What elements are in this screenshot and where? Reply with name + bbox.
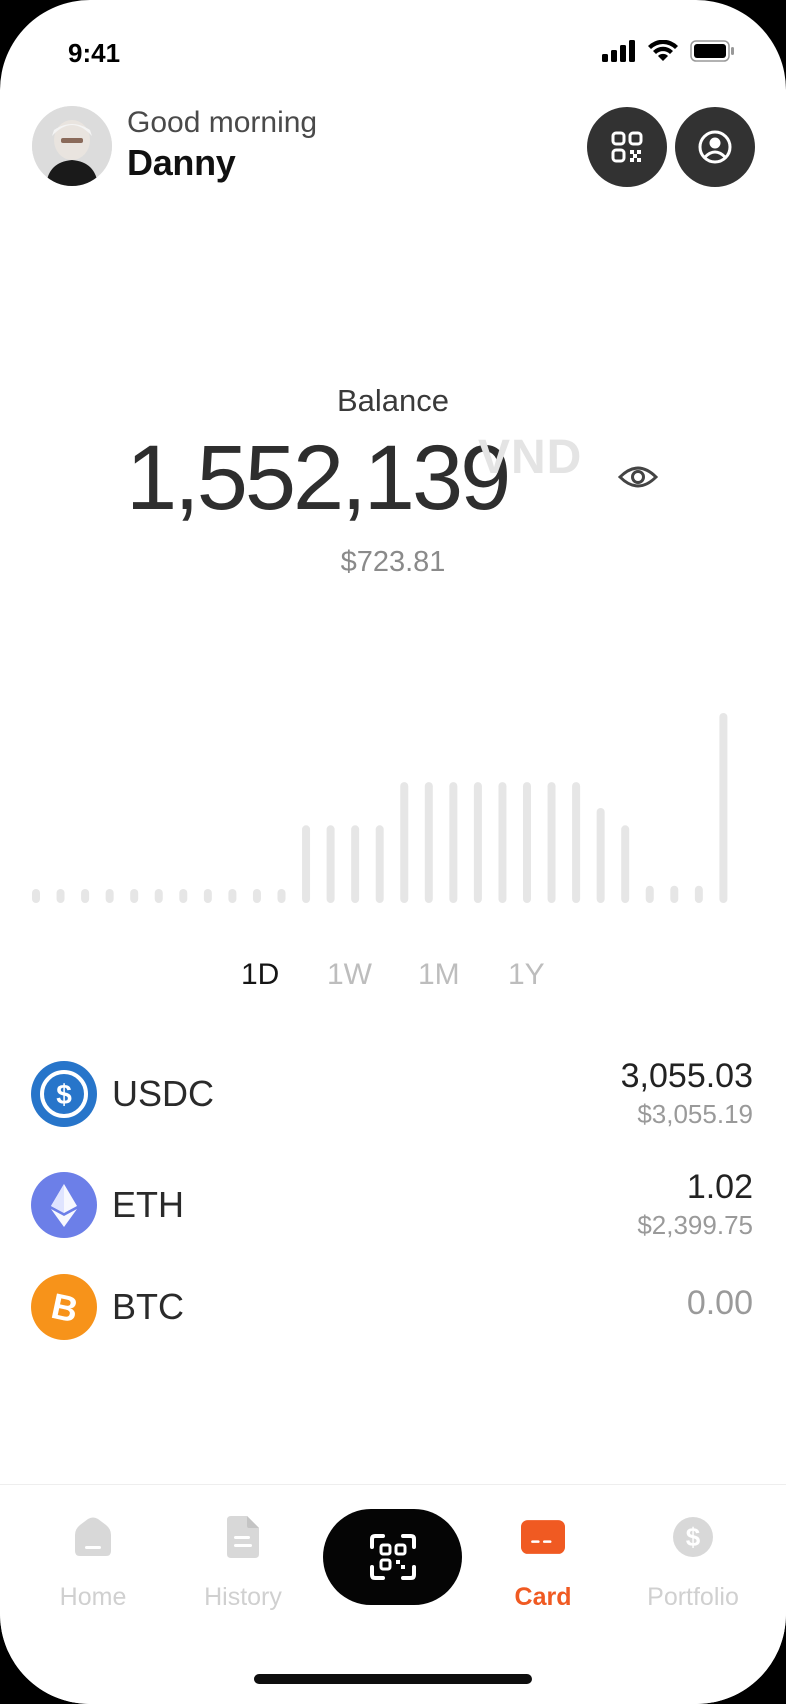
chart-bar [105, 889, 114, 903]
chart-bar [154, 889, 163, 903]
nav-home[interactable]: Home [23, 1515, 163, 1612]
usdc-coin-icon: $ [31, 1061, 97, 1127]
svg-text:B: B [48, 1285, 82, 1331]
chart-bar [179, 889, 188, 903]
nav-home-label: Home [59, 1583, 127, 1611]
chart-bar [621, 825, 630, 903]
chart-bar [203, 889, 212, 903]
chart-bar [277, 889, 286, 903]
user-name: Danny [127, 142, 236, 183]
home-indicator [254, 1674, 532, 1684]
eth-coin-icon [31, 1172, 97, 1238]
chart-bar [694, 885, 703, 903]
asset-symbol: ETH [112, 1184, 184, 1225]
chart-bar [130, 889, 139, 903]
status-bar: 9:41 [0, 0, 786, 100]
svg-text:$: $ [686, 1522, 701, 1552]
qr-code-icon [611, 131, 643, 163]
chart-bar [596, 808, 605, 903]
home-icon [71, 1515, 115, 1559]
credit-card-icon [521, 1515, 565, 1559]
asset-amount: 0.00 [686, 1284, 753, 1322]
status-time: 9:41 [68, 38, 121, 68]
chart-bar [228, 889, 237, 903]
battery-icon [690, 40, 734, 62]
chart-bar [326, 825, 335, 903]
asset-symbol: USDC [112, 1073, 215, 1114]
balance-amount: 1,552,139 [126, 427, 511, 529]
nav-history[interactable]: History [173, 1515, 313, 1612]
nav-history-label: History [204, 1583, 282, 1611]
chart-bar [302, 825, 311, 903]
asset-usd-value: $3,055.19 [637, 1099, 753, 1129]
document-icon [221, 1515, 265, 1559]
chart-bar [449, 782, 458, 903]
nav-portfolio-label: Portfolio [647, 1583, 739, 1611]
svg-text:$: $ [56, 1079, 72, 1110]
asset-usd-value: $2,399.75 [637, 1210, 753, 1240]
nav-portfolio[interactable]: $ Portfolio [623, 1515, 763, 1612]
bottom-nav: Home History Card $ Portfolio [0, 1484, 786, 1704]
toggle-visibility-button[interactable] [617, 462, 659, 497]
chart-bar [375, 825, 384, 903]
balance-label: Balance [336, 383, 450, 418]
chart-bar [719, 713, 728, 903]
profile-button[interactable] [675, 107, 755, 187]
phone-screen: 9:41 Good morning Danny Balance 1,552,13… [0, 0, 786, 1704]
chart-bar [473, 782, 482, 903]
cellular-signal-icon [602, 40, 635, 62]
range-tab-1w[interactable]: 1W [327, 958, 372, 992]
chart-bar [572, 782, 581, 903]
chart-bar [56, 889, 65, 903]
chart-bar [424, 782, 433, 903]
chart-bar [252, 889, 261, 903]
asset-row-eth[interactable]: ETH 1.02 $2,399.75 [0, 1164, 786, 1244]
chart-bar [351, 825, 360, 903]
chart-bar [32, 889, 40, 903]
avatar-image [32, 106, 112, 186]
nav-card[interactable]: Card [473, 1515, 613, 1612]
eye-icon [617, 466, 659, 488]
asset-row-btc[interactable]: B BTC 0.00 [0, 1266, 786, 1346]
user-circle-icon [698, 130, 732, 164]
scan-qr-icon [369, 1534, 416, 1580]
greeting-text: Good morning [127, 106, 318, 139]
chart-bar [547, 782, 556, 903]
asset-row-usdc[interactable]: $ USDC 3,055.03 $3,055.19 [0, 1053, 786, 1133]
balance-usd: $723.81 [340, 546, 446, 578]
range-tab-1d[interactable]: 1D [241, 958, 279, 992]
asset-amount: 1.02 [686, 1168, 753, 1206]
qr-code-button[interactable] [587, 107, 667, 187]
dollar-circle-icon: $ [671, 1515, 715, 1559]
balance-chart [32, 713, 728, 903]
chart-bar [523, 782, 531, 903]
range-tabs: 1D 1W 1M 1Y [0, 958, 786, 1002]
chart-bar [400, 782, 409, 903]
chart-bar [670, 885, 679, 903]
wifi-icon [648, 40, 678, 61]
status-icons [602, 40, 736, 62]
range-tab-1y[interactable]: 1Y [508, 958, 545, 992]
balance-currency: VND [478, 431, 583, 484]
chart-bar [498, 782, 507, 903]
asset-symbol: BTC [112, 1286, 184, 1327]
btc-coin-icon: B [31, 1274, 97, 1340]
scan-button[interactable] [323, 1509, 462, 1605]
asset-amount: 3,055.03 [620, 1057, 753, 1095]
chart-bar [81, 889, 90, 903]
avatar[interactable] [32, 106, 112, 186]
nav-card-label: Card [514, 1583, 572, 1611]
chart-bar [645, 885, 654, 903]
range-tab-1m[interactable]: 1M [418, 958, 460, 992]
